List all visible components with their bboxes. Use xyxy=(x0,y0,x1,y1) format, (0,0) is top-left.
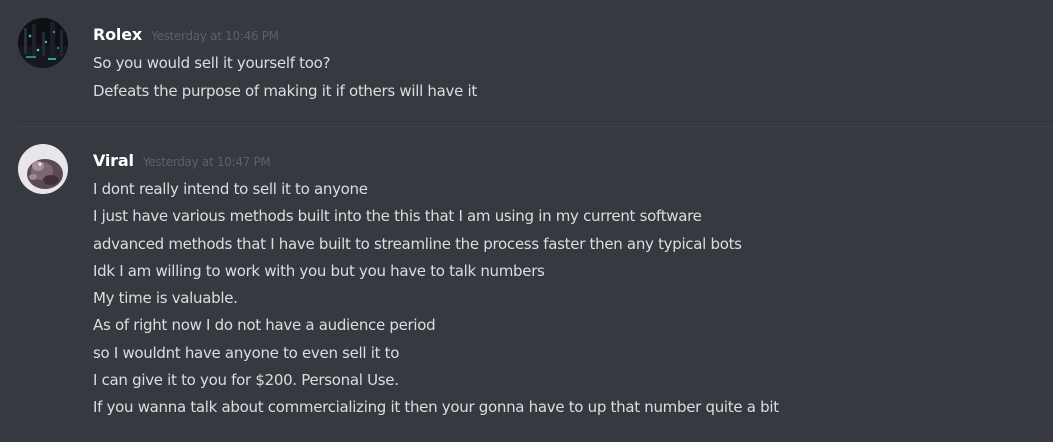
message-line: Idk I am willing to work with you but yo… xyxy=(93,261,545,280)
message-line: As of right now I do not have a audience… xyxy=(93,316,436,335)
message-content: I dont really intend to sell it to anyon… xyxy=(93,180,779,426)
message-line: My time is valuable. xyxy=(93,289,238,308)
timestamp: Yesterday at 10:46 PM xyxy=(151,29,279,43)
message-line: Defeats the purpose of making it if othe… xyxy=(93,82,477,100)
message-line: advanced methods that I have built to st… xyxy=(93,234,742,253)
username[interactable]: Rolex xyxy=(93,25,142,44)
chat-messages: Rolex Yesterday at 10:46 PM So you would… xyxy=(0,0,1053,442)
avatar-rolex[interactable] xyxy=(18,18,68,68)
message-line: If you wanna talk about commercializing … xyxy=(93,398,779,417)
message-line: I can give it to you for $200. Personal … xyxy=(93,371,399,390)
message-content: So you would sell it yourself too? Defea… xyxy=(93,54,477,110)
message-line: I dont really intend to sell it to anyon… xyxy=(93,180,368,198)
timestamp: Yesterday at 10:47 PM xyxy=(142,155,271,169)
avatar-viral[interactable] xyxy=(18,144,68,194)
username[interactable]: Viral xyxy=(93,151,134,170)
message-line: I just have various methods built into t… xyxy=(93,207,702,226)
message-line: so I wouldnt have anyone to even sell it… xyxy=(93,343,400,362)
message-divider xyxy=(18,126,1053,127)
message-line: So you would sell it yourself too? xyxy=(93,54,331,72)
message-header: Rolex Yesterday at 10:46 PM xyxy=(93,25,279,47)
message-header: Viral Yesterday at 10:47 PM xyxy=(93,151,271,173)
